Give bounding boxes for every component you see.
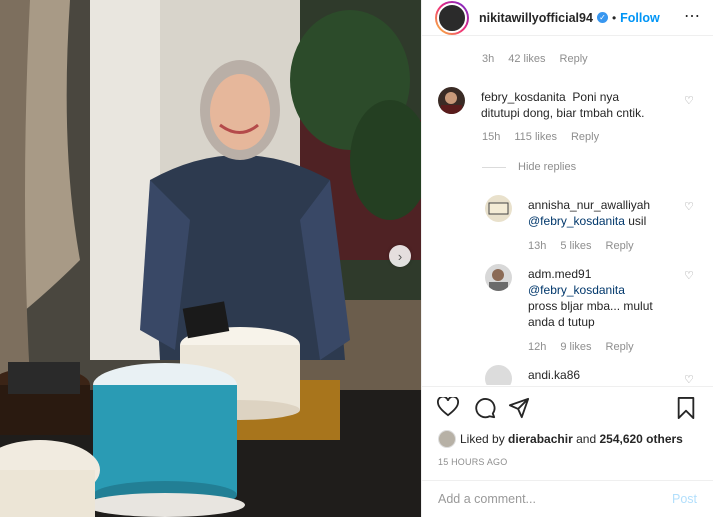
- reply-button[interactable]: Reply: [560, 53, 588, 65]
- author-avatar[interactable]: [435, 0, 469, 35]
- mention-link[interactable]: @febry_kosdanita: [528, 214, 625, 228]
- reply-text: usil: [628, 214, 647, 228]
- liked-and: and: [576, 432, 597, 446]
- post-timestamp[interactable]: 15 HOURS AGO: [438, 457, 507, 467]
- comment-time: 3h: [482, 53, 495, 65]
- liked-by-user[interactable]: dierabachir: [508, 432, 573, 446]
- like-heart-icon[interactable]: ♡: [684, 269, 694, 282]
- reply-time: 12h: [528, 341, 547, 353]
- comment-text-line1: Poni nya: [572, 90, 620, 104]
- reply-text-line2: anda d tutup: [528, 315, 595, 329]
- post-comment-button[interactable]: Post: [672, 492, 697, 506]
- comment-input[interactable]: [438, 492, 672, 506]
- avatar[interactable]: [485, 264, 512, 291]
- mention-link[interactable]: @febry_kosdanita: [528, 283, 625, 297]
- reply-likes[interactable]: 5 likes: [560, 240, 591, 252]
- verified-badge-icon: ✓: [596, 12, 608, 23]
- reply-time: 13h: [528, 240, 547, 252]
- like-heart-icon[interactable]: ♡: [684, 373, 694, 385]
- comment-likes[interactable]: 42 likes: [508, 53, 545, 65]
- comment-username[interactable]: febry_kosdanita: [481, 90, 566, 104]
- comments-list[interactable]: 3h 42 likes Reply febry_kosdanita Poni n…: [422, 37, 713, 385]
- like-heart-icon[interactable]: [437, 397, 459, 417]
- liker-avatar[interactable]: [438, 430, 456, 448]
- comment-meta: 15h 115 likes Reply: [482, 131, 599, 143]
- avatar[interactable]: [485, 365, 512, 385]
- avatar[interactable]: [485, 195, 512, 222]
- carousel-next-button[interactable]: ›: [389, 245, 411, 267]
- like-heart-icon[interactable]: ♡: [684, 94, 694, 107]
- reply-meta: 13h 5 likes Reply: [528, 240, 634, 252]
- more-options-icon[interactable]: ⋯: [684, 6, 701, 26]
- reply-username[interactable]: adm.med91: [528, 267, 591, 281]
- post-actions: Liked by dierabachir and 254,620 others …: [422, 386, 713, 468]
- save-bookmark-icon[interactable]: [676, 397, 696, 419]
- comment-text-line2: ditutupi dong, biar tmbah cntik.: [481, 106, 645, 120]
- author-username[interactable]: nikitawillyofficial94: [479, 11, 593, 25]
- hide-replies-button[interactable]: Hide replies: [482, 161, 576, 173]
- header-separator: •: [611, 10, 617, 25]
- comment-meta: 3h 42 likes Reply: [482, 53, 588, 65]
- comment-icon[interactable]: [474, 397, 496, 419]
- post-sidebar: nikitawillyofficial94 ✓ • Follow ⋯ 3h 42…: [421, 0, 713, 517]
- comment-time: 15h: [482, 131, 501, 143]
- liked-others-count[interactable]: 254,620 others: [599, 432, 682, 446]
- follow-button[interactable]: Follow: [620, 11, 660, 25]
- reply-username[interactable]: annisha_nur_awalliyah: [528, 198, 650, 212]
- likes-summary: Liked by dierabachir and 254,620 others: [438, 430, 683, 448]
- reply-likes[interactable]: 9 likes: [560, 341, 591, 353]
- reply-button[interactable]: Reply: [571, 131, 599, 143]
- post-photo[interactable]: ›: [0, 0, 421, 517]
- reply-username[interactable]: andi.ka86: [528, 368, 580, 382]
- like-heart-icon[interactable]: ♡: [684, 200, 694, 213]
- divider: [482, 166, 506, 168]
- post-image: [0, 0, 421, 517]
- share-icon[interactable]: [508, 397, 530, 419]
- reply-button[interactable]: Reply: [606, 341, 634, 353]
- hide-replies-label: Hide replies: [518, 161, 577, 173]
- reply-text-line1: pross bljar mba... mulut: [528, 299, 653, 313]
- liked-by-prefix: Liked by: [460, 432, 505, 446]
- reply-button[interactable]: Reply: [606, 240, 634, 252]
- post-header: nikitawillyofficial94 ✓ • Follow ⋯: [422, 0, 713, 36]
- avatar[interactable]: [438, 87, 465, 114]
- add-comment-bar: Post: [422, 480, 713, 517]
- comment-likes[interactable]: 115 likes: [514, 131, 557, 143]
- reply-meta: 12h 9 likes Reply: [528, 341, 634, 353]
- chevron-right-icon: ›: [397, 248, 403, 264]
